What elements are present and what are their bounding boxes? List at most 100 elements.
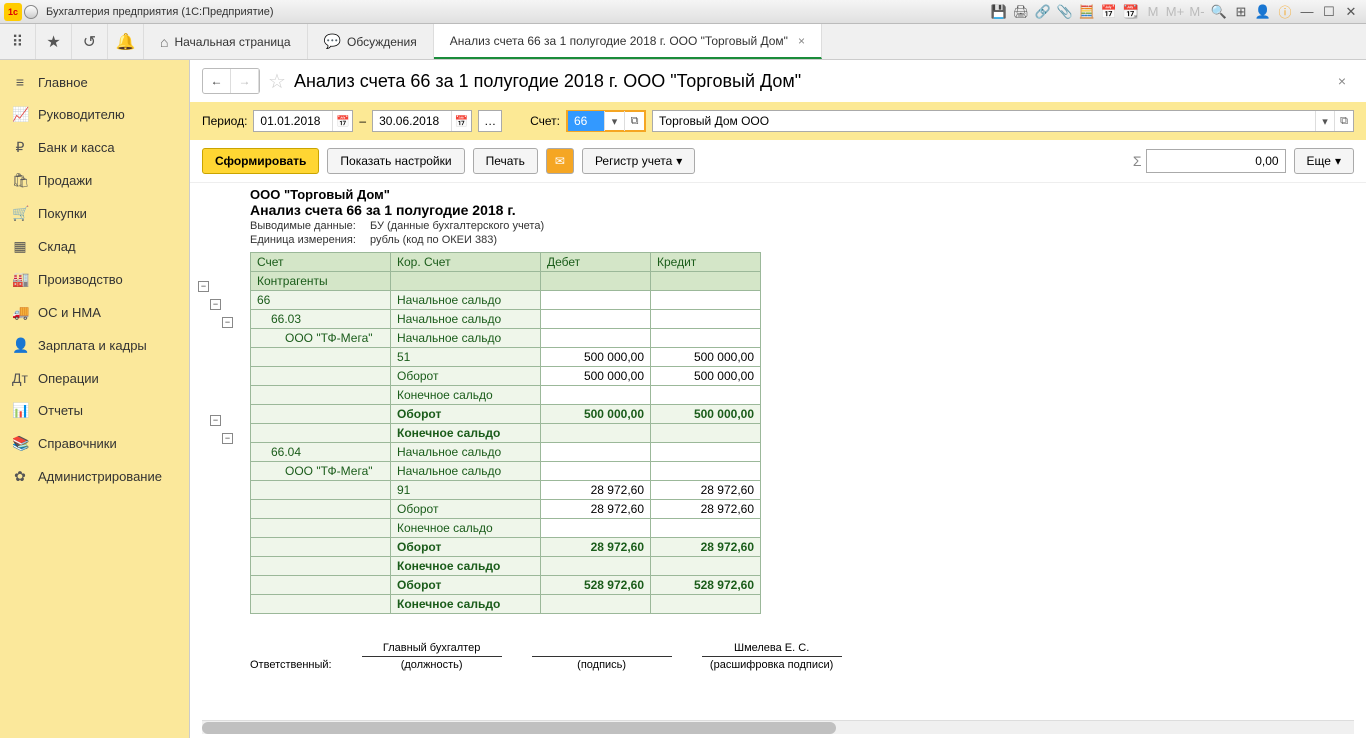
tab-analysis[interactable]: Анализ счета 66 за 1 полугодие 2018 г. О… (434, 24, 822, 59)
generate-button[interactable]: Сформировать (202, 148, 319, 174)
more-button[interactable]: Еще ▾ (1294, 148, 1354, 174)
table-row[interactable]: Конечное сальдо (251, 424, 761, 443)
maximize-icon[interactable]: ☐ (1320, 3, 1338, 21)
cell-acct (251, 519, 391, 538)
email-button[interactable]: ✉ (546, 148, 574, 174)
dropdown-icon[interactable]: ▾ (1315, 111, 1334, 131)
nav-back-button[interactable]: ← (203, 69, 231, 93)
table-row[interactable]: Оборот28 972,6028 972,60 (251, 538, 761, 557)
register-button[interactable]: Регистр учета ▾ (582, 148, 695, 174)
star-icon[interactable]: ☆ (268, 69, 286, 94)
tab-discuss[interactable]: 💬 Обсуждения (308, 24, 434, 59)
table-row[interactable]: Конечное сальдо (251, 595, 761, 614)
account-input[interactable] (568, 111, 604, 131)
sidebar-item[interactable]: 📚Справочники (0, 427, 189, 460)
sidebar-item[interactable]: 📈Руководителю (0, 98, 189, 131)
sum-box: Σ (1133, 149, 1286, 173)
cell-credit: 500 000,00 (651, 348, 761, 367)
bell-icon[interactable]: 🔔 (108, 24, 144, 59)
sum-input[interactable] (1146, 149, 1286, 173)
tree-node[interactable]: − (222, 433, 233, 444)
sidebar-item[interactable]: ДтОперации (0, 362, 189, 394)
settings-button[interactable]: Показать настройки (327, 148, 464, 174)
content: ← → ☆ Анализ счета 66 за 1 полугодие 201… (190, 60, 1366, 738)
table-row[interactable]: 66Начальное сальдо (251, 291, 761, 310)
cell-credit (651, 424, 761, 443)
period-picker-button[interactable]: … (478, 110, 502, 132)
table-row[interactable]: Конечное сальдо (251, 519, 761, 538)
table-row[interactable]: 66.03Начальное сальдо (251, 310, 761, 329)
sidebar-icon: 📈 (12, 106, 28, 123)
sidebar-item[interactable]: 👤Зарплата и кадры (0, 329, 189, 362)
sidebar-item[interactable]: 🚚ОС и НМА (0, 296, 189, 329)
sidebar-item[interactable]: ₽Банк и касса (0, 131, 189, 164)
sidebar-icon: 🏭 (12, 271, 28, 288)
date-to-input[interactable] (373, 111, 451, 131)
sidebar-item[interactable]: 🛒Покупки (0, 197, 189, 230)
tab-home[interactable]: ⌂ Начальная страница (144, 24, 308, 59)
table-row[interactable]: 51500 000,00500 000,00 (251, 348, 761, 367)
calc-icon[interactable]: 🧮 (1078, 3, 1096, 21)
table-row[interactable]: Конечное сальдо (251, 557, 761, 576)
win-dot[interactable] (24, 5, 38, 19)
sidebar-item[interactable]: ≡Главное (0, 66, 189, 98)
sidebar-item[interactable]: 📊Отчеты (0, 394, 189, 427)
m-icon[interactable]: M (1144, 3, 1162, 21)
open-icon[interactable]: ⧉ (1334, 111, 1353, 131)
cell-debit (541, 386, 651, 405)
sidebar-item[interactable]: ▦Склад (0, 230, 189, 263)
mplus-icon[interactable]: M+ (1166, 3, 1184, 21)
tab-close-icon[interactable]: × (798, 34, 805, 48)
calendar-icon[interactable]: 📅 (451, 111, 471, 131)
dropdown-icon[interactable]: ▾ (604, 111, 624, 131)
tree-node[interactable]: − (210, 415, 221, 426)
sidebar-item[interactable]: 🛍Продажи (0, 164, 189, 197)
info-icon[interactable]: ⓘ (1276, 3, 1294, 21)
zoom-in-icon[interactable]: 🔍 (1210, 3, 1228, 21)
favorite-icon[interactable]: ★ (36, 24, 72, 59)
nav-forward-button[interactable]: → (231, 69, 259, 93)
table-row[interactable]: ООО "ТФ-Мега"Начальное сальдо (251, 462, 761, 481)
date-from-input[interactable] (254, 111, 332, 131)
table-row[interactable]: 9128 972,6028 972,60 (251, 481, 761, 500)
scrollbar-thumb[interactable] (202, 722, 836, 734)
tree-node[interactable]: − (198, 281, 209, 292)
cal31-icon[interactable]: 📆 (1122, 3, 1140, 21)
apps-icon[interactable]: ⠿ (0, 24, 36, 59)
page-close-icon[interactable]: × (1338, 73, 1354, 89)
cell-korr: Начальное сальдо (391, 291, 541, 310)
table-row[interactable]: Оборот528 972,60528 972,60 (251, 576, 761, 595)
clip-icon[interactable]: 📎 (1056, 3, 1074, 21)
zoom-icon[interactable]: ⊞ (1232, 3, 1250, 21)
close-icon[interactable]: ✕ (1342, 3, 1360, 21)
tree-node[interactable]: − (222, 317, 233, 328)
report-area[interactable]: − − − − − ООО "Торговый Дом" Анализ счет… (190, 183, 1366, 720)
horizontal-scrollbar[interactable] (202, 720, 1354, 734)
print-button[interactable]: Печать (473, 148, 538, 174)
calendar-icon[interactable]: 📅 (1100, 3, 1118, 21)
open-icon[interactable]: ⧉ (624, 111, 644, 131)
cell-credit: 500 000,00 (651, 405, 761, 424)
sidebar-item[interactable]: ✿Администрирование (0, 460, 189, 493)
user-icon[interactable]: 👤 (1254, 3, 1272, 21)
calendar-icon[interactable]: 📅 (332, 111, 352, 131)
table-row[interactable]: Оборот500 000,00500 000,00 (251, 367, 761, 386)
table-row[interactable]: ООО "ТФ-Мега"Начальное сальдо (251, 329, 761, 348)
print-icon[interactable]: 🖨 (1012, 3, 1030, 21)
cell-credit: 500 000,00 (651, 367, 761, 386)
org-input[interactable] (653, 111, 1315, 131)
link-icon[interactable]: 🔗 (1034, 3, 1052, 21)
cell-korr: Оборот (391, 367, 541, 386)
tree-node[interactable]: − (210, 299, 221, 310)
cell-credit (651, 386, 761, 405)
sidebar-item[interactable]: 🏭Производство (0, 263, 189, 296)
table-row[interactable]: Конечное сальдо (251, 386, 761, 405)
table-row[interactable]: Оборот500 000,00500 000,00 (251, 405, 761, 424)
save-icon[interactable]: 💾 (990, 3, 1008, 21)
history-icon[interactable]: ↺ (72, 24, 108, 59)
mminus-icon[interactable]: M- (1188, 3, 1206, 21)
table-row[interactable]: Оборот28 972,6028 972,60 (251, 500, 761, 519)
hdr-contragents: Контрагенты (251, 272, 391, 291)
table-row[interactable]: 66.04Начальное сальдо (251, 443, 761, 462)
minimize-icon[interactable]: — (1298, 3, 1316, 21)
